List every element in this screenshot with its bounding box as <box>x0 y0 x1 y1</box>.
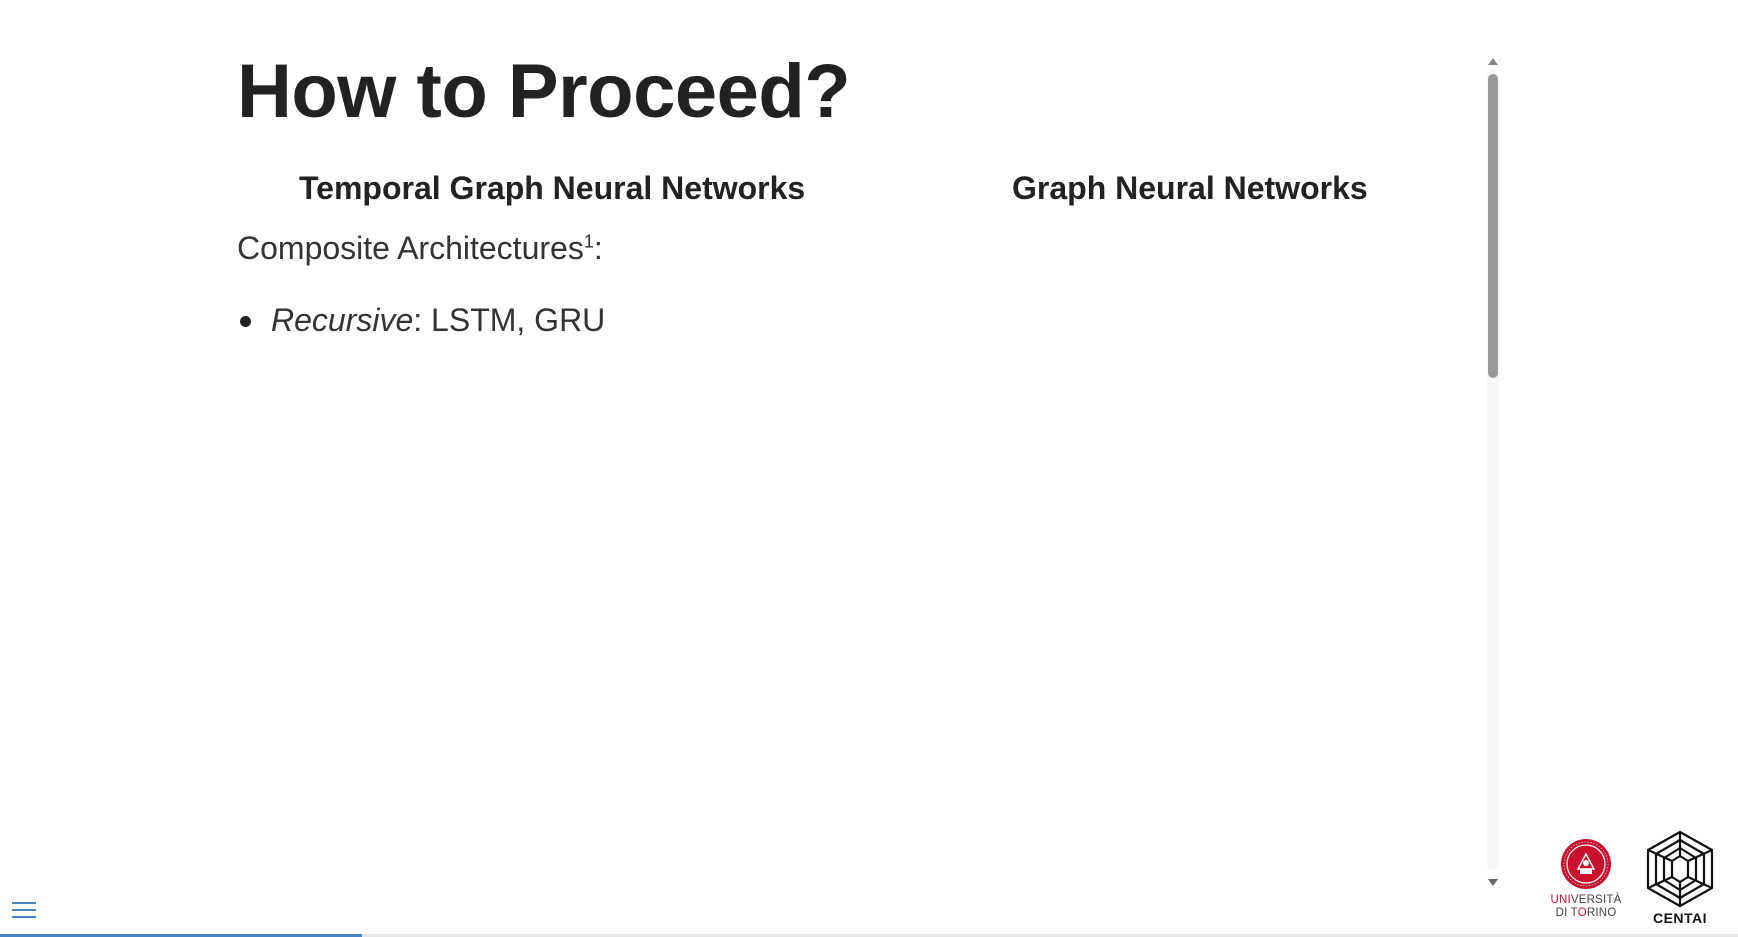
bullet-item: Recursive: LSTM, GRU <box>237 302 605 339</box>
centai-knot-icon <box>1646 830 1714 908</box>
centai-logo: CENTAI <box>1640 830 1720 928</box>
bullet-list: Recursive: LSTM, GRU <box>237 302 605 339</box>
bullet-dot-icon <box>240 316 251 327</box>
university-seal-icon <box>1561 839 1611 889</box>
column-heading-temporal-gnn: Temporal Graph Neural Networks <box>299 170 806 206</box>
centai-label: CENTAI <box>1652 910 1708 926</box>
scroll-up-arrow-icon[interactable] <box>1488 58 1498 65</box>
bullet-emphasis: Recursive <box>271 302 414 338</box>
bullet-text: : LSTM, GRU <box>413 302 606 338</box>
scroll-thumb[interactable] <box>1488 74 1498 378</box>
column-heading-gnn: Graph Neural Networks <box>1012 170 1368 206</box>
intro-text: Composite Architectures <box>237 230 584 266</box>
slide: How to Proceed? Temporal Graph Neural Ne… <box>0 0 1738 937</box>
intro-line: Composite Architectures1: <box>237 230 603 267</box>
university-wordmark: UNIVERSITÀ DI TORINO <box>1550 894 1622 919</box>
intro-suffix: : <box>593 230 603 266</box>
scroll-down-arrow-icon[interactable] <box>1488 879 1498 886</box>
slide-title: How to Proceed? <box>237 49 851 134</box>
university-of-turin-logo: UNIVERSITÀ DI TORINO <box>1548 836 1624 922</box>
footnote-reference[interactable]: 1 <box>584 231 594 251</box>
vertical-scrollbar[interactable] <box>1485 56 1501 886</box>
hamburger-menu-icon[interactable] <box>12 900 36 920</box>
slide-content: How to Proceed? Temporal Graph Neural Ne… <box>237 40 1467 880</box>
